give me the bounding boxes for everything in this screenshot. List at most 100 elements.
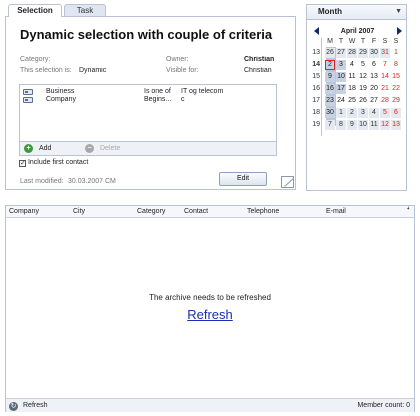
calendar-day[interactable]: 26 xyxy=(358,96,368,106)
calendar-day[interactable]: 13 xyxy=(391,120,401,130)
calendar-day[interactable]: 10 xyxy=(336,72,346,82)
calendar-day[interactable]: 4 xyxy=(347,60,357,70)
calendar-view-selector[interactable]: Month ▼ xyxy=(307,5,406,20)
column-header-contact[interactable]: Contact xyxy=(184,208,208,215)
weekday-header: T xyxy=(338,38,344,45)
calendar-day[interactable]: 15 xyxy=(391,72,401,82)
week-number[interactable]: 19 xyxy=(307,121,320,128)
add-icon[interactable]: + xyxy=(24,144,33,153)
calendar-day[interactable]: 28 xyxy=(347,48,357,58)
add-button[interactable]: Add xyxy=(39,145,51,152)
calendar-day[interactable]: 1 xyxy=(391,48,401,58)
next-month-icon[interactable] xyxy=(397,27,402,35)
include-first-contact[interactable]: ✓ Include first contact xyxy=(19,159,88,167)
calendar-day[interactable]: 26 xyxy=(325,48,335,58)
criteria-field-icon xyxy=(23,89,33,95)
calendar-day[interactable]: 12 xyxy=(380,120,390,130)
tab-selection[interactable]: Selection xyxy=(8,4,62,17)
calendar-day[interactable]: 3 xyxy=(358,108,368,118)
calendar-view-label: Month xyxy=(318,7,342,16)
calendar-day[interactable]: 20 xyxy=(369,84,379,94)
weekday-header: F xyxy=(371,38,377,45)
calendar-day[interactable]: 5 xyxy=(380,108,390,118)
calendar-day[interactable]: 19 xyxy=(358,84,368,94)
calendar-month-title: April 2007 xyxy=(340,28,375,35)
calendar-day[interactable]: 2 xyxy=(325,60,335,70)
tab-task[interactable]: Task xyxy=(64,4,106,16)
calendar-day[interactable]: 14 xyxy=(380,72,390,82)
visible-for-label: Visible for: xyxy=(166,67,199,74)
calendar-day[interactable]: 24 xyxy=(336,96,346,106)
status-bar: ↻ Refresh Member count: 0 xyxy=(6,398,414,412)
column-settings-icon[interactable]: ꜜ xyxy=(407,208,411,215)
calendar-day[interactable]: 13 xyxy=(369,72,379,82)
criteria-list: Business Is one of IT og telecom Company… xyxy=(19,84,277,142)
week-number[interactable]: 17 xyxy=(307,97,320,104)
owner-value: Christian xyxy=(244,56,274,63)
calendar-day[interactable]: 10 xyxy=(358,120,368,130)
criteria-operator: Is one of xyxy=(144,88,171,95)
calendar-day[interactable]: 9 xyxy=(347,120,357,130)
week-number[interactable]: 13 xyxy=(307,49,320,56)
selection-type-label: This selection is: xyxy=(20,67,72,74)
category-label: Category: xyxy=(20,56,51,63)
calendar-day[interactable]: 12 xyxy=(358,72,368,82)
calendar-day[interactable]: 6 xyxy=(391,108,401,118)
calendar-day[interactable]: 21 xyxy=(380,84,390,94)
calendar-day[interactable]: 8 xyxy=(336,120,346,130)
calendar-day[interactable]: 27 xyxy=(336,48,346,58)
column-header-city[interactable]: City xyxy=(73,208,85,215)
criteria-row[interactable]: Company Begins... c xyxy=(20,96,276,105)
criteria-field: Business xyxy=(46,88,75,95)
selection-title: Dynamic selection with couple of criteri… xyxy=(20,27,273,42)
delete-button: Delete xyxy=(100,145,121,152)
resize-grip-icon[interactable] xyxy=(281,176,294,188)
calendar-day[interactable]: 29 xyxy=(391,96,401,106)
edit-button[interactable]: Edit xyxy=(219,172,267,186)
column-header-email[interactable]: E-mail xyxy=(326,208,346,215)
criteria-operator: Begins... xyxy=(144,96,172,103)
criteria-field-icon xyxy=(23,97,33,103)
calendar-day[interactable]: 23 xyxy=(325,96,335,106)
week-number[interactable]: 16 xyxy=(307,85,320,92)
calendar-day[interactable]: 1 xyxy=(336,108,346,118)
calendar-day[interactable]: 7 xyxy=(380,60,390,70)
calendar-day[interactable]: 11 xyxy=(369,120,379,130)
calendar-day[interactable]: 30 xyxy=(325,108,335,118)
week-number[interactable]: 18 xyxy=(307,109,320,116)
calendar-day[interactable]: 6 xyxy=(369,60,379,70)
status-refresh-button[interactable]: Refresh xyxy=(23,402,48,409)
week-number[interactable]: 14 xyxy=(307,61,320,68)
calendar-day[interactable]: 27 xyxy=(369,96,379,106)
column-header-category[interactable]: Category xyxy=(137,208,165,215)
visible-for-value: Christian xyxy=(244,67,272,74)
calendar-day[interactable]: 11 xyxy=(347,72,357,82)
calendar-day[interactable]: 28 xyxy=(380,96,390,106)
calendar-day[interactable]: 8 xyxy=(391,60,401,70)
column-header-telephone[interactable]: Telephone xyxy=(247,208,279,215)
column-header-company[interactable]: Company xyxy=(9,208,39,215)
criteria-value: c xyxy=(181,96,185,103)
calendar-day[interactable]: 22 xyxy=(391,84,401,94)
calendar-day[interactable]: 9 xyxy=(325,72,335,82)
week-number[interactable]: 15 xyxy=(307,73,320,80)
refresh-message: The archive needs to be refreshed xyxy=(149,293,271,302)
refresh-icon[interactable]: ↻ xyxy=(9,402,18,411)
calendar-day[interactable]: 18 xyxy=(347,84,357,94)
calendar-day[interactable]: 25 xyxy=(347,96,357,106)
calendar-day[interactable]: 17 xyxy=(336,84,346,94)
calendar-day[interactable]: 30 xyxy=(369,48,379,58)
calendar-day[interactable]: 5 xyxy=(358,60,368,70)
refresh-link[interactable]: Refresh xyxy=(0,307,420,322)
calendar-day[interactable]: 31 xyxy=(380,48,390,58)
include-first-contact-checkbox[interactable]: ✓ xyxy=(19,160,26,167)
calendar-day[interactable]: 3 xyxy=(336,60,346,70)
include-first-contact-label: Include first contact xyxy=(27,159,89,166)
calendar-day[interactable]: 29 xyxy=(358,48,368,58)
calendar-day[interactable]: 4 xyxy=(369,108,379,118)
criteria-toolbar: + Add − Delete xyxy=(19,142,277,156)
calendar-day[interactable]: 16 xyxy=(325,84,335,94)
chevron-down-icon[interactable]: ▼ xyxy=(395,5,402,19)
calendar-day[interactable]: 2 xyxy=(347,108,357,118)
calendar-day[interactable]: 7 xyxy=(325,120,335,130)
